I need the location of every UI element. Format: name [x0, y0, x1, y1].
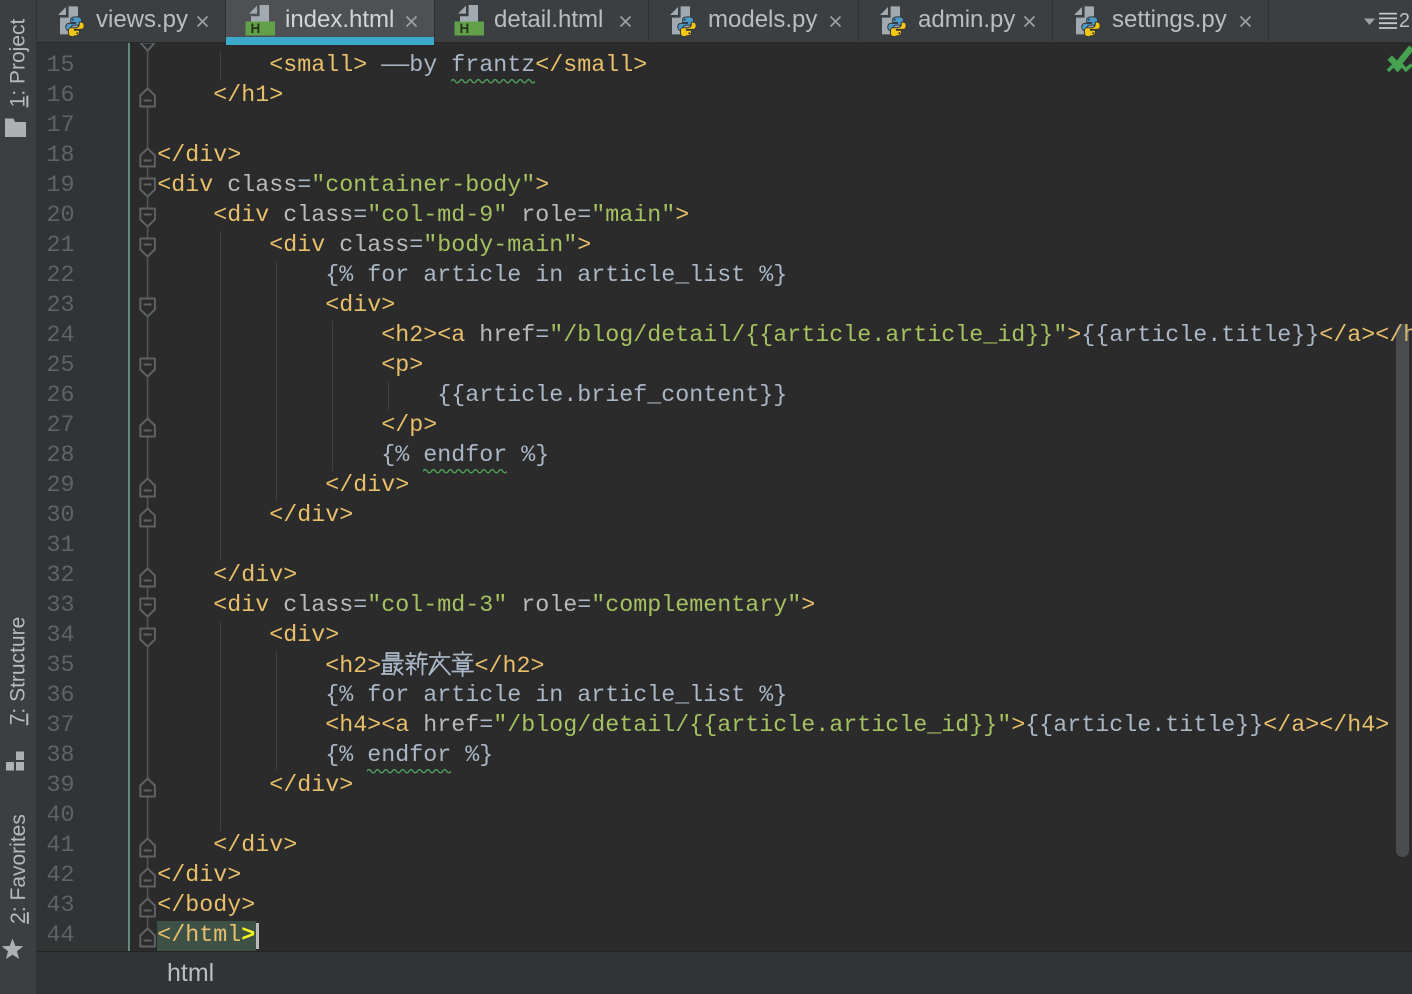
svg-text:H: H — [251, 21, 261, 36]
svg-text:H: H — [460, 21, 470, 36]
